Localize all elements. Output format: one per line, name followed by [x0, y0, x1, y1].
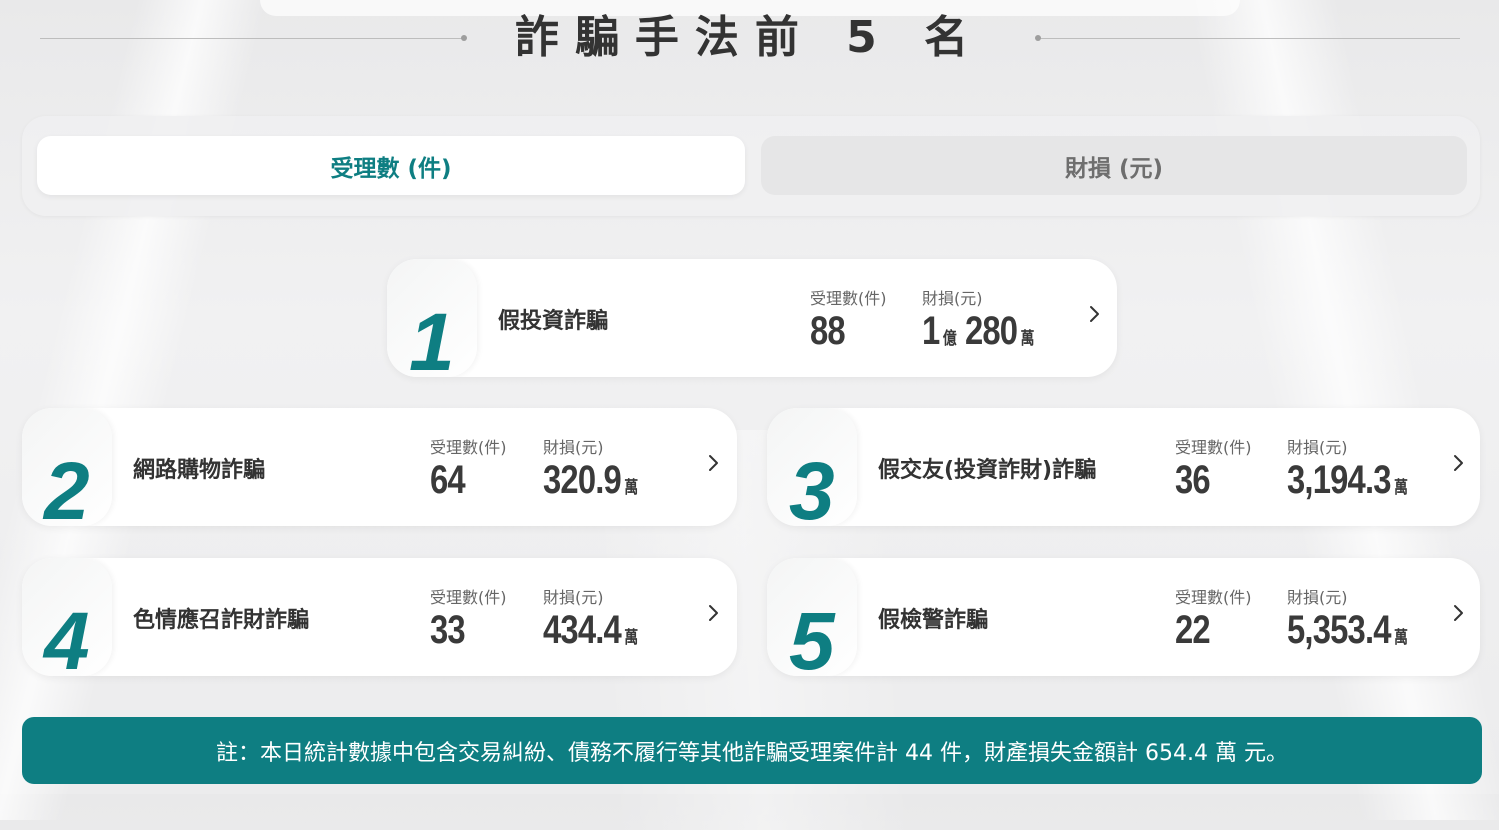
loss-unit: 萬: [624, 478, 639, 498]
loss-unit-hundred-million: 億: [942, 329, 957, 349]
loss-label: 財損(元): [1287, 588, 1348, 607]
scam-type-name: 假檢警詐騙: [878, 608, 989, 633]
loss-value: 5,353.4 萬: [1287, 608, 1408, 652]
scam-type-name: 假交友(投資詐財)詐騙: [878, 458, 1097, 483]
ranking-card-1[interactable]: 1 假投資詐騙 受理數(件) 88 財損(元) 1億 280 萬: [387, 259, 1117, 377]
loss-value: 1億 280 萬: [922, 309, 1035, 353]
rank-badge: 5: [767, 558, 857, 676]
ranking-card-3[interactable]: 3 假交友(投資詐財)詐騙 受理數(件) 36 財損(元) 3,194.3 萬: [767, 408, 1480, 526]
cases-value: 33: [430, 608, 466, 652]
loss-value: 3,194.3 萬: [1287, 458, 1408, 502]
scam-type-name: 假投資詐騙: [498, 309, 609, 334]
loss-value: 320.9 萬: [543, 458, 639, 502]
rank-badge: 2: [22, 408, 112, 526]
scam-type-name: 色情應召詐財詐騙: [133, 608, 310, 633]
loss-label: 財損(元): [1287, 438, 1348, 457]
loss-unit: 萬: [1393, 478, 1408, 498]
footnote-banner: 註：本日統計數據中包含交易糾紛、債務不履行等其他詐騙受理案件計 44 件，財產損…: [22, 717, 1482, 784]
ranking-card-4[interactable]: 4 色情應召詐財詐騙 受理數(件) 33 財損(元) 434.4 萬: [22, 558, 737, 676]
tab-financial-loss[interactable]: 財損 (元): [761, 136, 1467, 195]
rank-badge: 1: [387, 259, 477, 377]
ranking-card-5[interactable]: 5 假檢警詐騙 受理數(件) 22 財損(元) 5,353.4 萬: [767, 558, 1480, 676]
loss-label: 財損(元): [543, 438, 604, 457]
cases-value: 88: [810, 309, 846, 353]
rank-number: 3: [789, 446, 835, 526]
cases-value: 22: [1175, 608, 1211, 652]
metric-tabs: 受理數 (件) 財損 (元): [22, 116, 1480, 216]
footnote-text: 註：本日統計數據中包含交易糾紛、債務不履行等其他詐騙受理案件計 44 件，財產損…: [216, 740, 1288, 766]
cases-label: 受理數(件): [1175, 438, 1252, 457]
chevron-right-icon[interactable]: [702, 602, 724, 624]
scam-type-name: 網路購物詐騙: [133, 458, 266, 483]
loss-unit: 萬: [1393, 628, 1408, 648]
cases-label: 受理數(件): [810, 289, 887, 308]
chevron-right-icon[interactable]: [702, 452, 724, 474]
rank-number: 5: [789, 596, 835, 676]
tab-case-count[interactable]: 受理數 (件): [37, 136, 745, 195]
rank-number: 1: [409, 297, 455, 377]
loss-value: 434.4 萬: [543, 608, 639, 652]
chevron-right-icon[interactable]: [1083, 303, 1105, 325]
rank-badge: 4: [22, 558, 112, 676]
rank-number: 4: [44, 596, 90, 676]
cases-label: 受理數(件): [430, 438, 507, 457]
ranking-card-2[interactable]: 2 網路購物詐騙 受理數(件) 64 財損(元) 320.9 萬: [22, 408, 737, 526]
page-title: 詐騙手法前 5 名: [514, 12, 985, 63]
rank-badge: 3: [767, 408, 857, 526]
loss-label: 財損(元): [922, 289, 983, 308]
chevron-right-icon[interactable]: [1447, 452, 1469, 474]
cases-value: 36: [1175, 458, 1211, 502]
chevron-right-icon[interactable]: [1447, 602, 1469, 624]
rank-number: 2: [44, 446, 90, 526]
loss-unit-ten-thousand: 萬: [1020, 329, 1035, 349]
loss-label: 財損(元): [543, 588, 604, 607]
cases-label: 受理數(件): [430, 588, 507, 607]
cases-value: 64: [430, 458, 466, 502]
cases-label: 受理數(件): [1175, 588, 1252, 607]
loss-unit: 萬: [624, 628, 639, 648]
